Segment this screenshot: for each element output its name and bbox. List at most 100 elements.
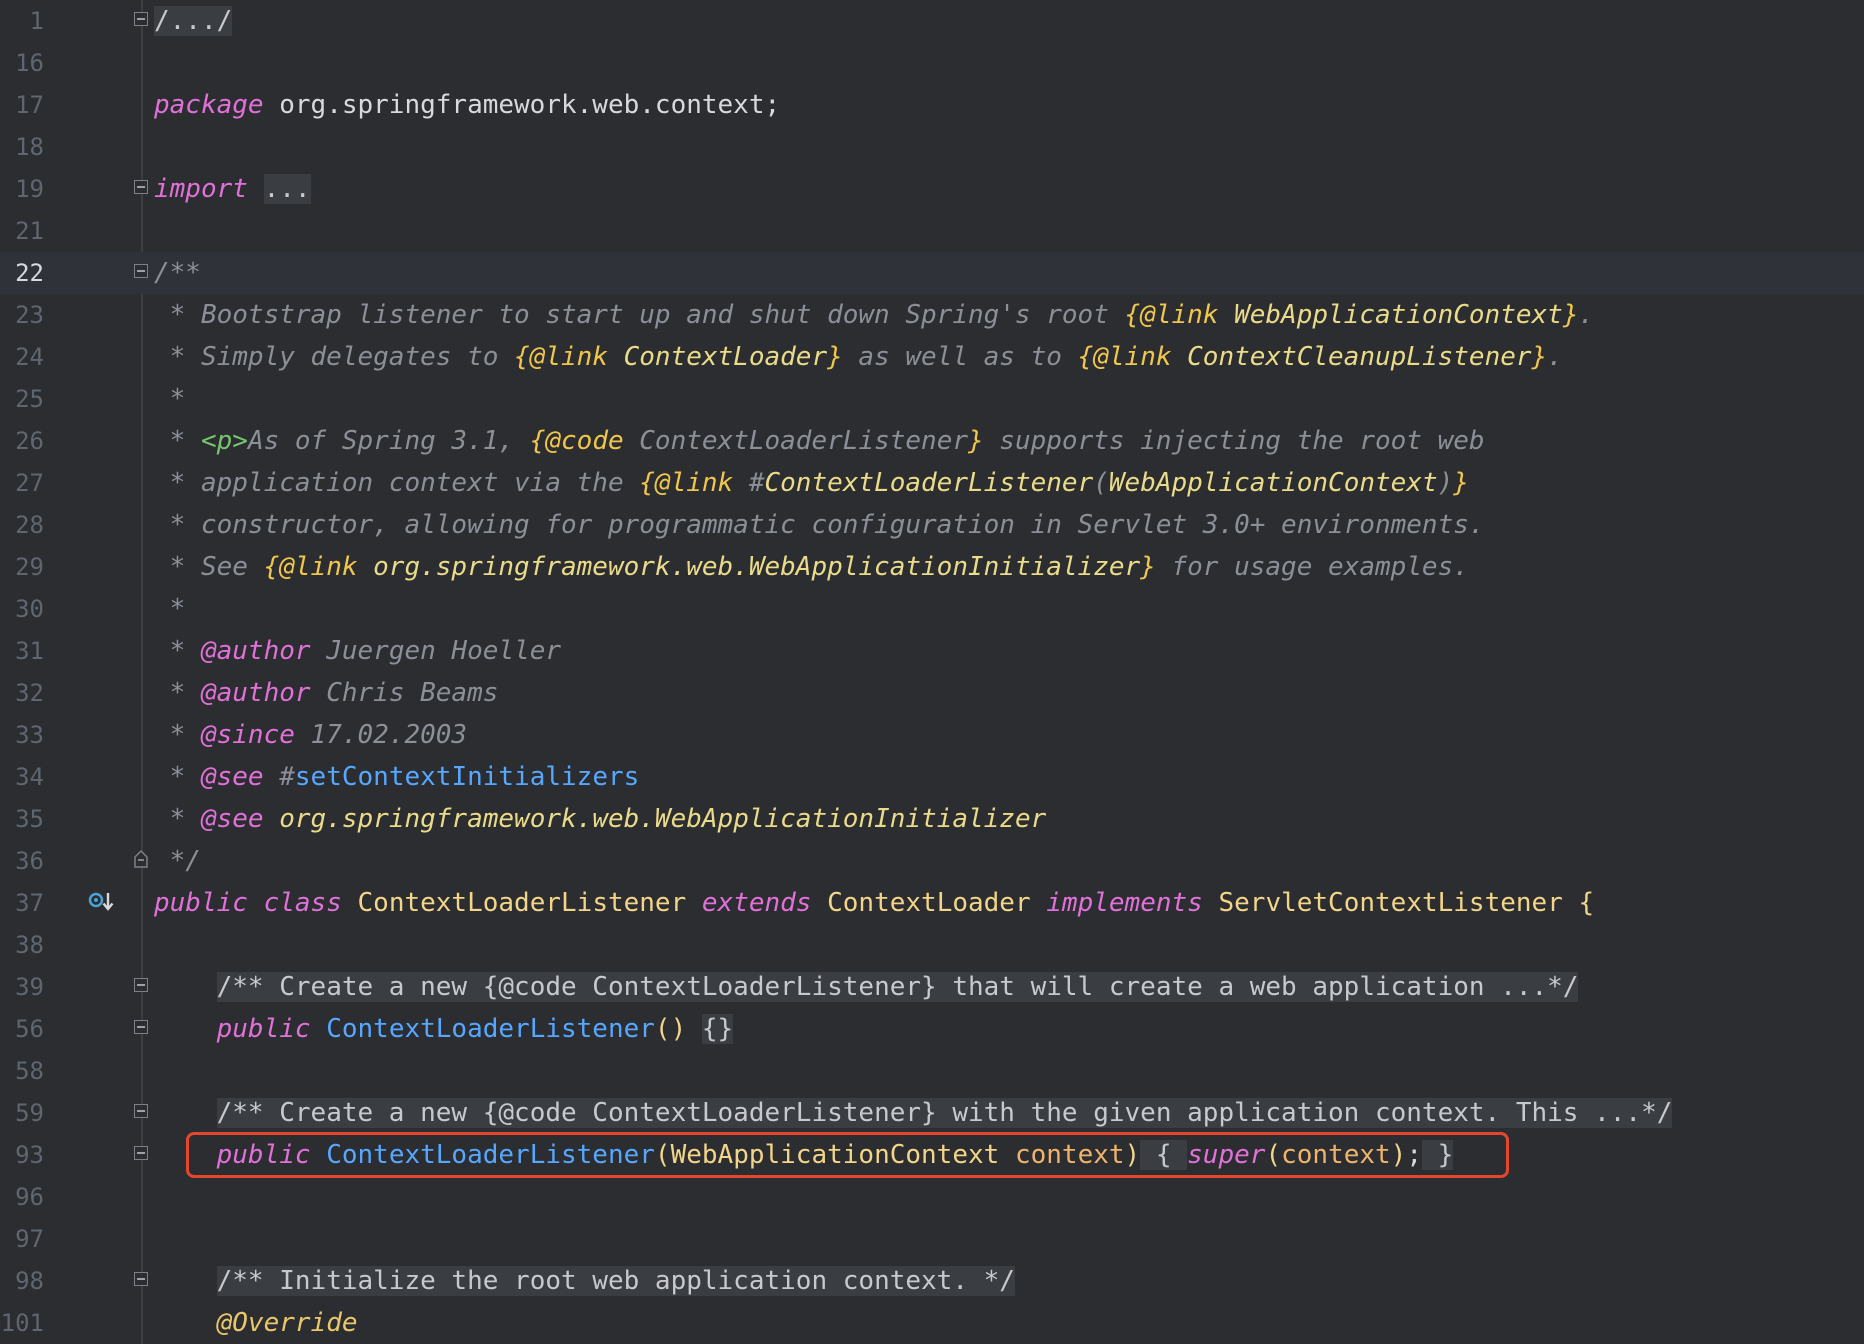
code-line-35[interactable]: 35 * @see org.springframework.web.WebApp… xyxy=(0,798,1864,840)
line-number[interactable]: 17 xyxy=(0,84,44,126)
code-text[interactable]: * <p>As of Spring 3.1, {@code ContextLoa… xyxy=(154,420,1485,462)
line-number[interactable]: 26 xyxy=(0,420,44,462)
code-text[interactable]: * xyxy=(154,588,186,630)
code-line-101[interactable]: 101 @Override xyxy=(0,1302,1864,1344)
line-number[interactable]: 29 xyxy=(0,546,44,588)
line-number[interactable]: 32 xyxy=(0,672,44,714)
code-text[interactable]: * @author Juergen Hoeller xyxy=(154,630,561,672)
code-line-34[interactable]: 34 * @see #setContextInitializers xyxy=(0,756,1864,798)
code-line-56[interactable]: 56 public ContextLoaderListener() {} xyxy=(0,1008,1864,1050)
code-line-31[interactable]: 31 * @author Juergen Hoeller xyxy=(0,630,1864,672)
code-line-59[interactable]: 59 /** Create a new {@code ContextLoader… xyxy=(0,1092,1864,1134)
code-line-23[interactable]: 23 * Bootstrap listener to start up and … xyxy=(0,294,1864,336)
code-line-33[interactable]: 33 * @since 17.02.2003 xyxy=(0,714,1864,756)
code-editor[interactable]: 1 /.../ 16 17 package org.springframework.we… xyxy=(0,0,1864,1344)
line-number[interactable]: 21 xyxy=(0,210,44,252)
code-line-27[interactable]: 27 * application context via the {@link … xyxy=(0,462,1864,504)
fold-toggle-icon[interactable] xyxy=(134,180,148,194)
line-number[interactable]: 39 xyxy=(0,966,44,1008)
code-line-58[interactable]: 58 xyxy=(0,1050,1864,1092)
code-line-36[interactable]: 36 */ xyxy=(0,840,1864,882)
line-number[interactable]: 59 xyxy=(0,1092,44,1134)
code-line-19[interactable]: 19 import ... xyxy=(0,168,1864,210)
code-line-1[interactable]: 1 /.../ xyxy=(0,0,1864,42)
line-number[interactable]: 31 xyxy=(0,630,44,672)
code-text[interactable]: * @since 17.02.2003 xyxy=(154,714,467,756)
code-text[interactable]: * @see org.springframework.web.WebApplic… xyxy=(154,798,1047,840)
fold-toggle-icon[interactable] xyxy=(134,1020,148,1034)
fold-toggle-icon[interactable] xyxy=(134,264,148,278)
line-number[interactable]: 16 xyxy=(0,42,44,84)
code-line-28[interactable]: 28 * constructor, allowing for programma… xyxy=(0,504,1864,546)
code-text[interactable]: public ContextLoaderListener() {} xyxy=(154,1008,734,1050)
line-number[interactable]: 101 xyxy=(0,1302,44,1344)
code-line-29[interactable]: 29 * See {@link org.springframework.web.… xyxy=(0,546,1864,588)
code-line-96[interactable]: 96 xyxy=(0,1176,1864,1218)
code-line-21[interactable]: 21 xyxy=(0,210,1864,252)
line-number[interactable]: 93 xyxy=(0,1134,44,1176)
line-number[interactable]: 56 xyxy=(0,1008,44,1050)
line-number[interactable]: 35 xyxy=(0,798,44,840)
line-number[interactable]: 36 xyxy=(0,840,44,882)
line-number[interactable]: 22 xyxy=(0,252,44,294)
token-folded[interactable]: /** Create a new {@code ContextLoaderLis… xyxy=(216,1098,1673,1128)
code-text[interactable]: /** xyxy=(154,252,201,294)
code-text[interactable]: public class ContextLoaderListener exten… xyxy=(154,882,1594,924)
code-text[interactable]: */ xyxy=(154,840,201,882)
line-number[interactable]: 98 xyxy=(0,1260,44,1302)
code-text[interactable]: /** Create a new {@code ContextLoaderLis… xyxy=(154,1092,1673,1134)
implementation-marker-icon[interactable] xyxy=(88,890,116,914)
code-line-37[interactable]: 37 public class ContextLoaderListener ext… xyxy=(0,882,1864,924)
code-text[interactable]: * application context via the {@link #Co… xyxy=(154,462,1469,504)
token-folded[interactable]: /.../ xyxy=(154,6,233,36)
code-line-17[interactable]: 17 package org.springframework.web.contex… xyxy=(0,84,1864,126)
code-text[interactable]: /.../ xyxy=(154,0,233,42)
line-number[interactable]: 97 xyxy=(0,1218,44,1260)
code-text[interactable]: package org.springframework.web.context; xyxy=(154,84,780,126)
code-line-98[interactable]: 98 /** Initialize the root web applicati… xyxy=(0,1260,1864,1302)
line-number[interactable]: 18 xyxy=(0,126,44,168)
token-folded[interactable]: ... xyxy=(263,174,311,204)
line-number[interactable]: 96 xyxy=(0,1176,44,1218)
code-line-32[interactable]: 32 * @author Chris Beams xyxy=(0,672,1864,714)
token-folded[interactable]: {} xyxy=(701,1014,734,1044)
code-text[interactable]: * Bootstrap listener to start up and shu… xyxy=(154,294,1594,336)
code-line-39[interactable]: 39 /** Create a new {@code ContextLoader… xyxy=(0,966,1864,1008)
code-text[interactable]: /** Initialize the root web application … xyxy=(154,1260,1015,1302)
line-number[interactable]: 25 xyxy=(0,378,44,420)
code-text[interactable]: @Override xyxy=(154,1302,358,1344)
code-text[interactable]: * Simply delegates to {@link ContextLoad… xyxy=(154,336,1563,378)
line-number[interactable]: 58 xyxy=(0,1050,44,1092)
line-number[interactable]: 37 xyxy=(0,882,44,924)
fold-end-icon[interactable] xyxy=(134,850,148,868)
code-line-97[interactable]: 97 xyxy=(0,1218,1864,1260)
code-text[interactable]: * constructor, allowing for programmatic… xyxy=(154,504,1485,546)
line-number[interactable]: 19 xyxy=(0,168,44,210)
line-number[interactable]: 34 xyxy=(0,756,44,798)
fold-toggle-icon[interactable] xyxy=(134,1272,148,1286)
code-text[interactable]: * @author Chris Beams xyxy=(154,672,499,714)
line-number[interactable]: 27 xyxy=(0,462,44,504)
line-number[interactable]: 33 xyxy=(0,714,44,756)
code-text[interactable]: * xyxy=(154,378,186,420)
token-folded[interactable]: /** Create a new {@code ContextLoaderLis… xyxy=(216,972,1579,1002)
fold-toggle-icon[interactable] xyxy=(134,978,148,992)
line-number[interactable]: 23 xyxy=(0,294,44,336)
line-number[interactable]: 1 xyxy=(0,0,44,42)
code-text[interactable]: * @see #setContextInitializers xyxy=(154,756,640,798)
line-number[interactable]: 30 xyxy=(0,588,44,630)
line-number[interactable]: 38 xyxy=(0,924,44,966)
code-line-30[interactable]: 30 * xyxy=(0,588,1864,630)
line-number[interactable]: 28 xyxy=(0,504,44,546)
fold-toggle-icon[interactable] xyxy=(134,1146,148,1160)
fold-toggle-icon[interactable] xyxy=(134,1104,148,1118)
token-folded[interactable]: /** Initialize the root web application … xyxy=(216,1266,1015,1296)
code-text[interactable]: * See {@link org.springframework.web.Web… xyxy=(154,546,1469,588)
code-line-22[interactable]: 22 /** xyxy=(0,252,1864,294)
code-line-26[interactable]: 26 * <p>As of Spring 3.1, {@code Context… xyxy=(0,420,1864,462)
fold-toggle-icon[interactable] xyxy=(134,12,148,26)
code-line-38[interactable]: 38 xyxy=(0,924,1864,966)
code-line-25[interactable]: 25 * xyxy=(0,378,1864,420)
line-number[interactable]: 24 xyxy=(0,336,44,378)
code-line-18[interactable]: 18 xyxy=(0,126,1864,168)
